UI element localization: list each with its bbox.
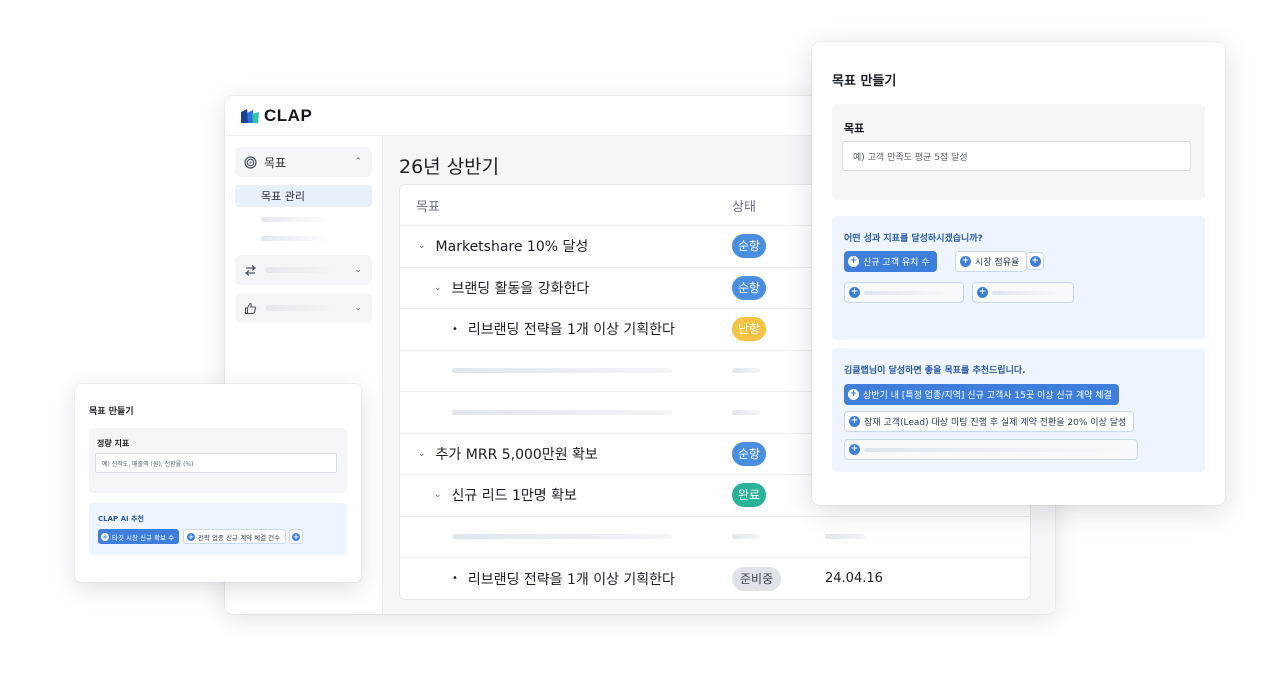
status-badge[interactable]: 준비중 [732, 566, 782, 591]
kpi-input[interactable]: 예) 진척도, 매출액 (원), 전환율 (%) [95, 453, 337, 473]
plus-icon: + [848, 389, 859, 400]
status-badge[interactable]: 순항 [732, 275, 767, 300]
goal-date: 24.04.16 [825, 571, 883, 587]
kpi-chip[interactable]: + 시장 점유율 [955, 251, 1028, 272]
chevron-down-icon[interactable]: ⌄ [434, 490, 442, 500]
panel-title: 목표 만들기 [832, 74, 897, 89]
placeholder-line [452, 368, 672, 374]
sidebar-group-goal-label: 목표 [264, 155, 287, 170]
kpi-label: 정량 지표 [97, 439, 130, 448]
logo[interactable]: CLAP [241, 106, 312, 126]
ai-chip-label: 전략 업종 신규 계약 체결 건수 [198, 533, 281, 542]
chevron-down-icon[interactable]: ⌄ [434, 283, 442, 293]
table-row-placeholder [400, 517, 1030, 558]
recommend-chip-empty[interactable]: + [844, 439, 1138, 460]
bullet-icon: • [452, 573, 458, 585]
col-status-header: 상태 [732, 199, 756, 215]
create-goal-panel-small: 목표 만들기 정량 지표 예) 진척도, 매출액 (원), 전환율 (%) CL… [75, 384, 361, 582]
plus-icon: + [849, 444, 860, 455]
kpi-section: 어떤 성과 지표를 달성하시겠습니까? + 신규 고객 유치 수 + 시장 점유율 … [832, 216, 1205, 340]
sidebar-group-placeholder [265, 267, 337, 273]
plus-icon: + [101, 532, 109, 541]
sidebar-group-thumbs[interactable]: ⌄ [235, 293, 372, 323]
create-goal-panel: 목표 만들기 목표 예) 고객 만족도 평균 5점 달성 어떤 성과 지표를 달… [812, 42, 1225, 505]
ai-chip-selected[interactable]: + 타깃 시장 신규 확보 수 [98, 529, 180, 544]
goal-text: 신규 리드 1만명 확보 [451, 488, 577, 505]
sidebar-group-swap[interactable]: ⌄ [235, 255, 372, 285]
recommend-chip[interactable]: + 잠재 고객(Lead) 대상 미팅 진행 후 실제 계약 전환을 20% 이상… [844, 411, 1135, 432]
ai-chip[interactable]: + 전략 업종 신규 계약 체결 건수 [183, 529, 287, 544]
plus-icon: + [1029, 255, 1041, 267]
sidebar-item-goal-manage[interactable]: 목표 관리 [235, 185, 372, 207]
kpi-chip-label: 신규 고객 유치 수 [863, 258, 930, 268]
recommend-title: 김클랩님이 달성하면 좋을 목표를 추천드립니다. [844, 366, 1026, 376]
ai-recommend-section: CLAP AI 추천 + 타깃 시장 신규 확보 수 + 전략 업종 신규 계약 체… [89, 503, 347, 555]
goal-text: Marketshare 10% 달성 [435, 239, 589, 256]
goal-section: 목표 예) 고객 만족도 평균 5점 달성 [832, 104, 1205, 200]
plus-icon: + [292, 532, 300, 541]
goal-text: 리브랜딩 전략을 1개 이상 기획한다 [467, 322, 675, 339]
sidebar-group-placeholder [265, 305, 337, 311]
sidebar-group-goal[interactable]: 목표 ⌃ [235, 147, 372, 177]
goal-input[interactable]: 예) 고객 만족도 평균 5점 달성 [842, 141, 1191, 171]
bullet-icon: • [452, 323, 458, 335]
placeholder-line [864, 447, 1122, 452]
recommend-chip-label: 잠재 고객(Lead) 대상 미팅 진행 후 실제 계약 전환을 20% 이상 … [864, 418, 1127, 428]
placeholder-line [452, 409, 672, 415]
plus-icon: + [187, 532, 195, 541]
plus-icon: + [977, 287, 988, 298]
logo-text: CLAP [264, 105, 313, 125]
kpi-section: 정량 지표 예) 진척도, 매출액 (원), 전환율 (%) [89, 428, 347, 493]
goal-text: 리브랜딩 전략을 1개 이상 기획한다 [467, 571, 675, 588]
recommend-section: 김클랩님이 달성하면 좋을 목표를 추천드립니다. + 상반기 내 [특정 업종/… [832, 348, 1205, 472]
sidebar-item-placeholder[interactable] [261, 217, 331, 222]
kpi-chip-selected[interactable]: + 신규 고객 유치 수 [844, 251, 937, 272]
plus-icon: + [849, 416, 860, 427]
goal-text: 브랜딩 활동을 강화한다 [451, 280, 590, 297]
placeholder-line [732, 409, 760, 415]
recommend-chip-label: 상반기 내 [특정 업종/지역] 신규 고객사 15곳 이상 신규 계약 체결 [863, 391, 1112, 401]
goal-text: 추가 MRR 5,000만원 확보 [435, 446, 598, 463]
add-kpi-button[interactable]: + [1026, 252, 1044, 270]
kpi-chip-empty[interactable]: + [972, 282, 1074, 303]
sidebar-item-placeholder[interactable] [261, 236, 331, 241]
add-ai-chip-button[interactable]: + [289, 529, 303, 544]
placeholder-line [452, 534, 672, 540]
chevron-down-icon[interactable]: ⌄ [418, 449, 426, 459]
plus-icon: + [960, 256, 971, 267]
chevron-down-icon: ⌄ [354, 265, 362, 275]
thumbs-up-icon [243, 301, 257, 315]
chevron-down-icon: ⌄ [354, 303, 362, 313]
status-badge[interactable]: 난항 [732, 317, 767, 342]
placeholder-line [825, 534, 865, 540]
swap-icon [243, 263, 257, 277]
target-icon [243, 155, 257, 169]
kpi-chip-empty[interactable]: + [844, 282, 964, 303]
placeholder-line [732, 368, 760, 374]
ai-title: CLAP AI 추천 [98, 515, 144, 523]
recommend-chip-selected[interactable]: + 상반기 내 [특정 업종/지역] 신규 고객사 15곳 이상 신규 계약 체결 [844, 384, 1119, 405]
page-title: 26년 상반기 [399, 156, 500, 178]
status-badge[interactable]: 순항 [732, 441, 767, 466]
plus-icon: + [849, 287, 860, 298]
ai-chip-label: 타깃 시장 신규 확보 수 [112, 533, 175, 542]
chevron-up-icon: ⌃ [354, 157, 362, 167]
clap-logo-icon [241, 108, 259, 123]
status-badge[interactable]: 순항 [732, 234, 767, 259]
col-goal-header: 목표 [416, 199, 440, 215]
plus-icon: + [848, 256, 859, 267]
table-row[interactable]: • 리브랜딩 전략을 1개 이상 기획한다 준비중 24.04.16 [400, 558, 1030, 599]
goal-label: 목표 [844, 122, 865, 135]
status-badge[interactable]: 완료 [732, 483, 767, 508]
panel-title: 목표 만들기 [89, 407, 134, 417]
kpi-chip-label: 시장 점유율 [975, 258, 1020, 268]
chevron-down-icon[interactable]: ⌄ [418, 241, 426, 251]
placeholder-line [732, 534, 760, 540]
kpi-question: 어떤 성과 지표를 달성하시겠습니까? [844, 234, 983, 244]
placeholder-line [864, 290, 948, 295]
placeholder-line [992, 290, 1058, 295]
